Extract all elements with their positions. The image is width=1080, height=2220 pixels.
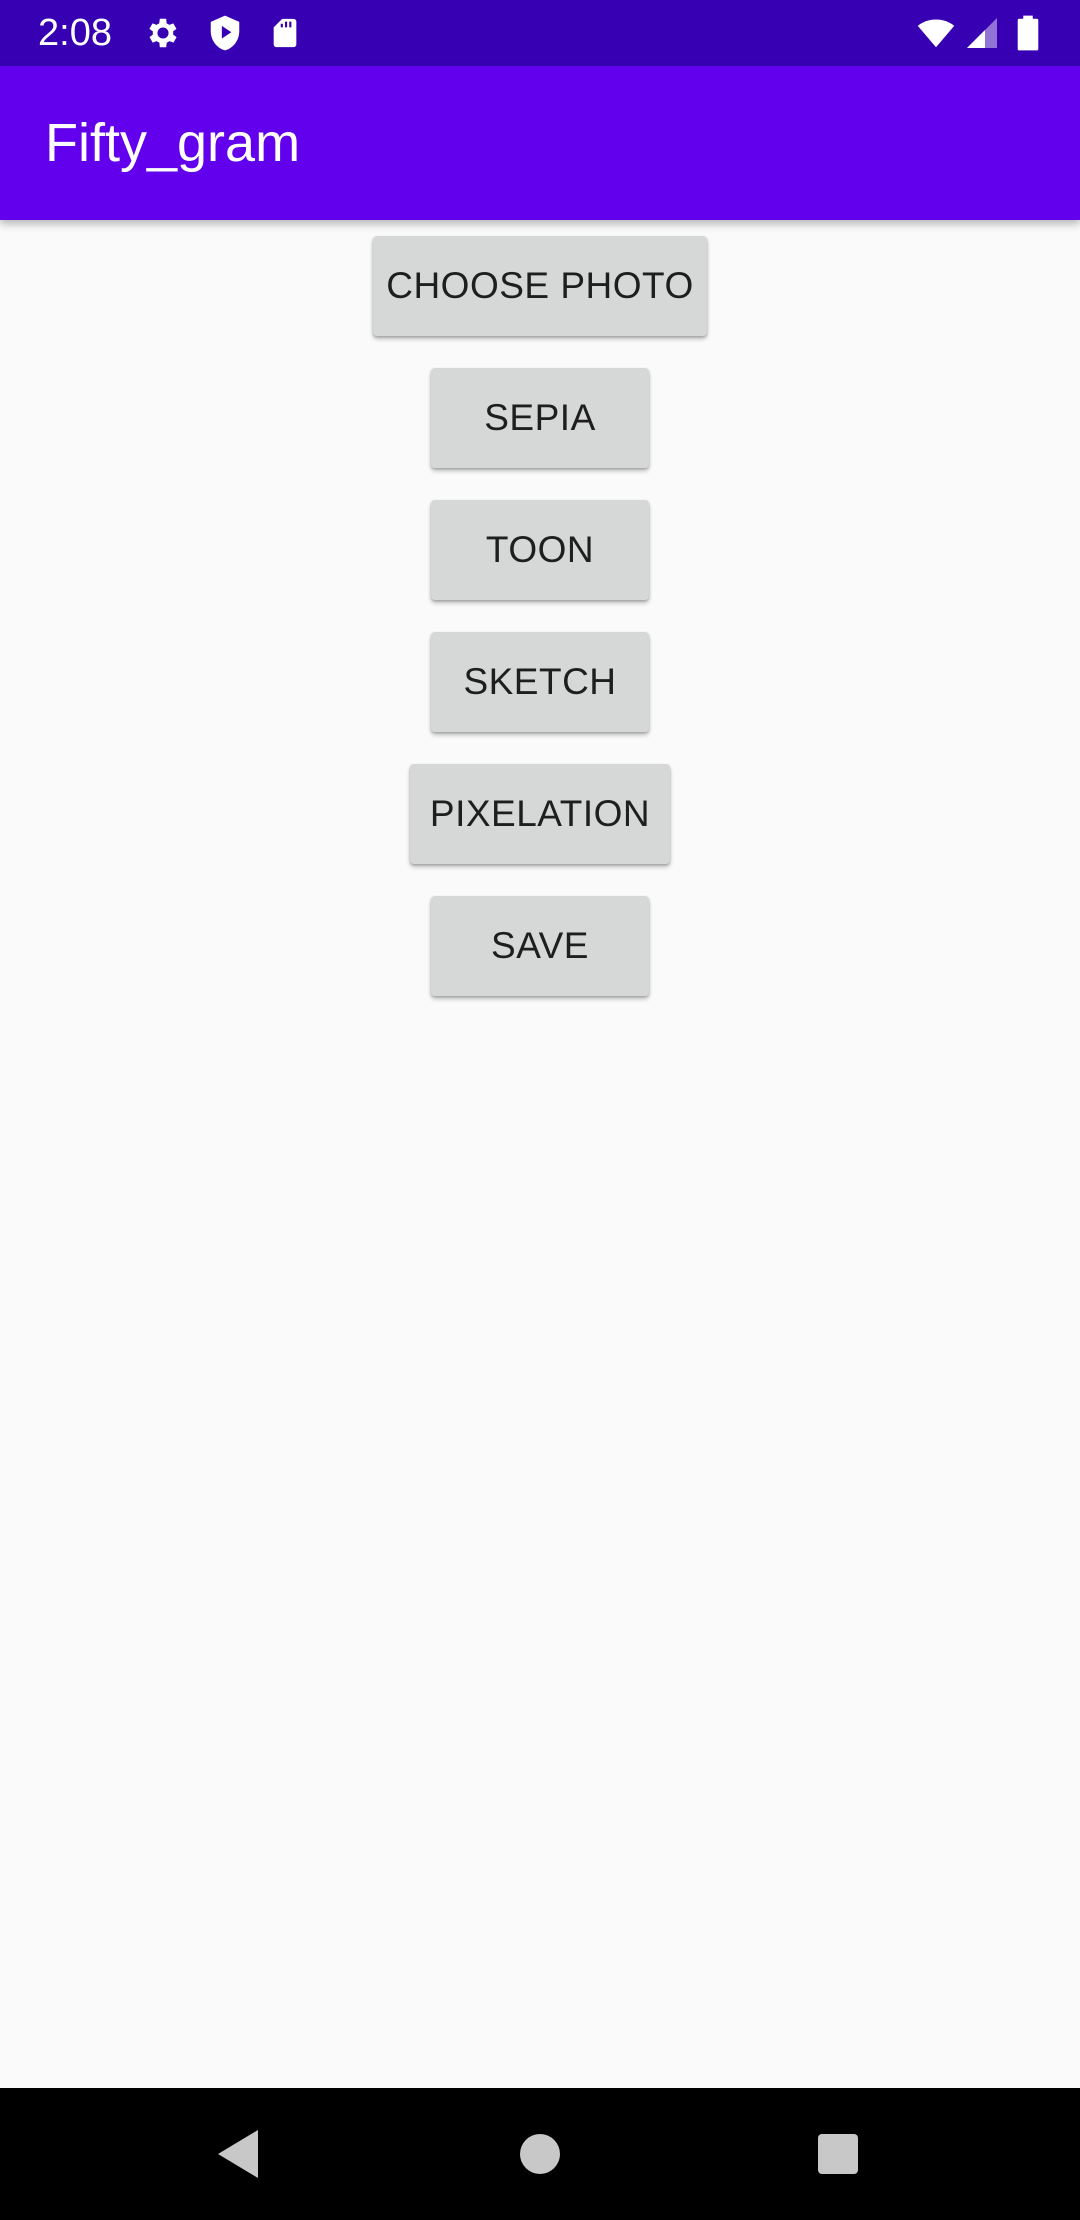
status-bar: 2:08 <box>0 0 1080 66</box>
toon-button[interactable]: TOON <box>431 500 649 600</box>
pixelation-button[interactable]: PIXELATION <box>410 764 670 864</box>
main-content: CHOOSE PHOTO SEPIA TOON SKETCH PIXELATIO… <box>0 220 1080 2088</box>
battery-icon <box>1017 15 1039 51</box>
wifi-icon <box>917 19 955 48</box>
sketch-button[interactable]: SKETCH <box>431 632 649 732</box>
back-icon[interactable] <box>200 2114 280 2194</box>
sd-card-icon <box>273 18 297 48</box>
sepia-button[interactable]: SEPIA <box>431 368 649 468</box>
save-button[interactable]: SAVE <box>431 896 649 996</box>
choose-photo-button[interactable]: CHOOSE PHOTO <box>373 236 707 336</box>
app-bar: Fifty_gram <box>0 66 1080 220</box>
app-title: Fifty_gram <box>45 113 301 173</box>
cell-signal-icon <box>967 18 997 48</box>
gear-icon <box>149 18 177 48</box>
shield-play-icon <box>210 15 240 51</box>
recents-icon[interactable] <box>798 2114 878 2194</box>
navigation-bar <box>0 2088 1080 2220</box>
status-time: 2:08 <box>38 12 112 54</box>
home-icon[interactable] <box>500 2114 580 2194</box>
